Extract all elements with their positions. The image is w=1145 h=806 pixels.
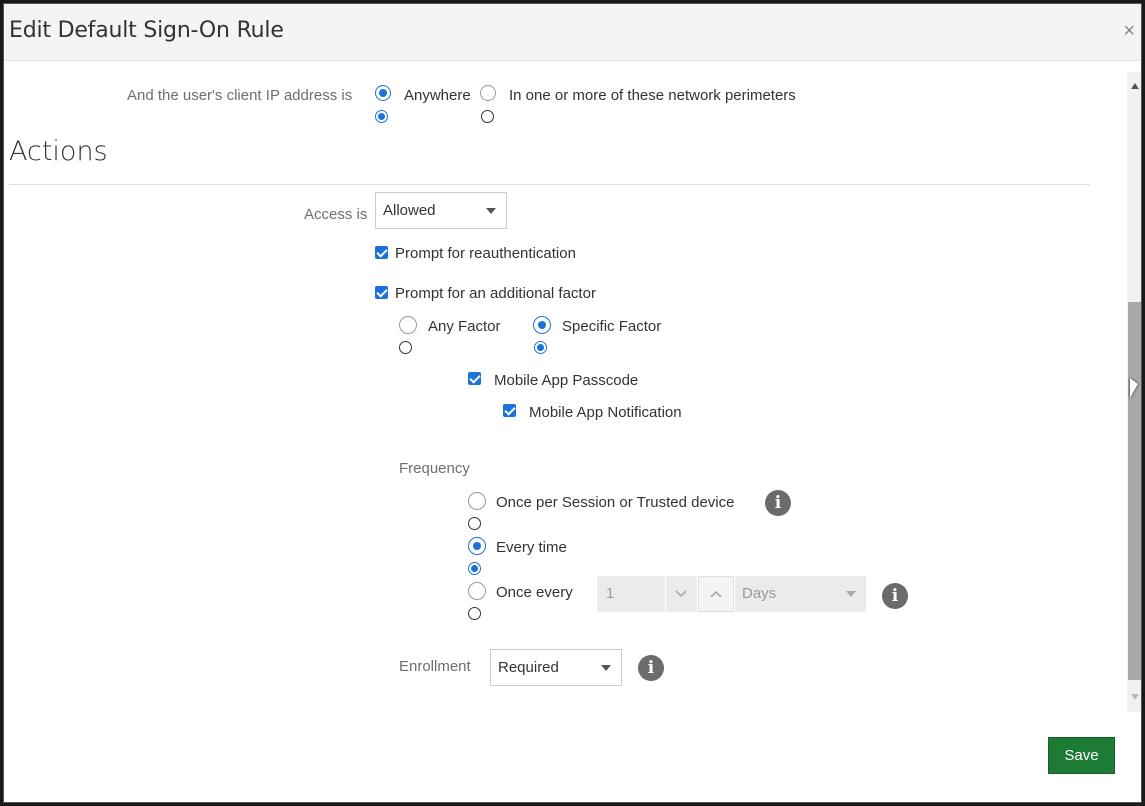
chevron-down-icon bbox=[846, 591, 856, 597]
chevron-down-icon bbox=[601, 664, 611, 671]
chevron-up-icon bbox=[710, 590, 722, 598]
access-select-value: Allowed bbox=[383, 202, 436, 219]
mobile-passcode-checkbox[interactable] bbox=[468, 372, 481, 385]
scrollbar-thumb[interactable] bbox=[1128, 302, 1141, 680]
save-button[interactable]: Save bbox=[1048, 737, 1115, 774]
ip-anywhere-label: Anywhere bbox=[404, 87, 471, 104]
reauth-label: Prompt for reauthentication bbox=[395, 245, 576, 262]
chevron-down-icon bbox=[675, 590, 687, 598]
once-every-unit-select[interactable]: Days bbox=[735, 576, 866, 612]
ip-perimeters-radio[interactable] bbox=[480, 85, 496, 101]
once-every-unit-value: Days bbox=[742, 585, 777, 602]
reauth-checkbox[interactable] bbox=[375, 246, 388, 259]
freq-once-every-native-radio[interactable] bbox=[468, 607, 481, 620]
freq-every-time-native-radio[interactable] bbox=[468, 562, 481, 575]
enrollment-label: Enrollment bbox=[399, 658, 471, 675]
frequency-label: Frequency bbox=[399, 460, 470, 477]
edit-rule-dialog: Edit Default Sign-On Rule × And the user… bbox=[3, 3, 1142, 803]
mobile-passcode-label: Mobile App Passcode bbox=[494, 372, 639, 389]
freq-once-per-session-label: Once per Session or Trusted device bbox=[496, 494, 735, 511]
enrollment-select[interactable]: Required bbox=[490, 649, 622, 686]
specific-factor-native-radio[interactable] bbox=[534, 341, 547, 354]
chevron-down-icon bbox=[486, 207, 496, 214]
any-factor-native-radio[interactable] bbox=[399, 341, 412, 354]
mobile-notification-checkbox[interactable] bbox=[503, 404, 516, 417]
dialog-title: Edit Default Sign-On Rule bbox=[9, 18, 284, 43]
freq-every-time-radio[interactable] bbox=[468, 537, 486, 555]
mobile-notification-label: Mobile App Notification bbox=[529, 404, 682, 421]
scroll-down-arrow-icon[interactable] bbox=[1131, 694, 1139, 700]
freq-once-per-session-radio[interactable] bbox=[468, 492, 486, 510]
actions-heading: Actions bbox=[9, 136, 108, 167]
ip-address-label: And the user's client IP address is bbox=[127, 87, 353, 104]
any-factor-label: Any Factor bbox=[428, 318, 501, 335]
specific-factor-radio[interactable] bbox=[533, 316, 551, 334]
ip-anywhere-radio[interactable] bbox=[375, 85, 391, 101]
once-every-value-input[interactable]: 1 bbox=[597, 576, 665, 612]
specific-factor-label: Specific Factor bbox=[562, 318, 662, 335]
ip-anywhere-native-radio[interactable] bbox=[375, 110, 388, 123]
any-factor-radio[interactable] bbox=[399, 316, 417, 334]
scroll-up-arrow-icon[interactable] bbox=[1131, 83, 1139, 89]
freq-once-every-radio[interactable] bbox=[468, 582, 486, 600]
additional-factor-label: Prompt for an additional factor bbox=[395, 285, 596, 302]
freq-once-every-label: Once every bbox=[496, 584, 573, 601]
close-icon[interactable]: × bbox=[1123, 21, 1135, 41]
freq-every-time-label: Every time bbox=[496, 539, 567, 556]
actions-divider bbox=[9, 184, 1090, 185]
mouse-cursor-icon bbox=[1130, 378, 1138, 398]
ip-perimeters-native-radio[interactable] bbox=[481, 110, 494, 123]
enrollment-select-value: Required bbox=[498, 659, 559, 676]
stepper-decrement-button[interactable] bbox=[666, 576, 697, 612]
access-select[interactable]: Allowed bbox=[375, 192, 507, 229]
stepper-increment-button[interactable] bbox=[698, 576, 734, 612]
ip-perimeters-label: In one or more of these network perimete… bbox=[509, 87, 796, 104]
additional-factor-checkbox[interactable] bbox=[375, 286, 388, 299]
info-icon[interactable]: i bbox=[638, 655, 664, 681]
info-icon[interactable]: i bbox=[765, 490, 791, 516]
access-label: Access is bbox=[304, 206, 368, 223]
dialog-header: Edit Default Sign-On Rule × bbox=[4, 4, 1141, 61]
freq-once-per-session-native-radio[interactable] bbox=[468, 517, 481, 530]
info-icon[interactable]: i bbox=[882, 583, 908, 609]
